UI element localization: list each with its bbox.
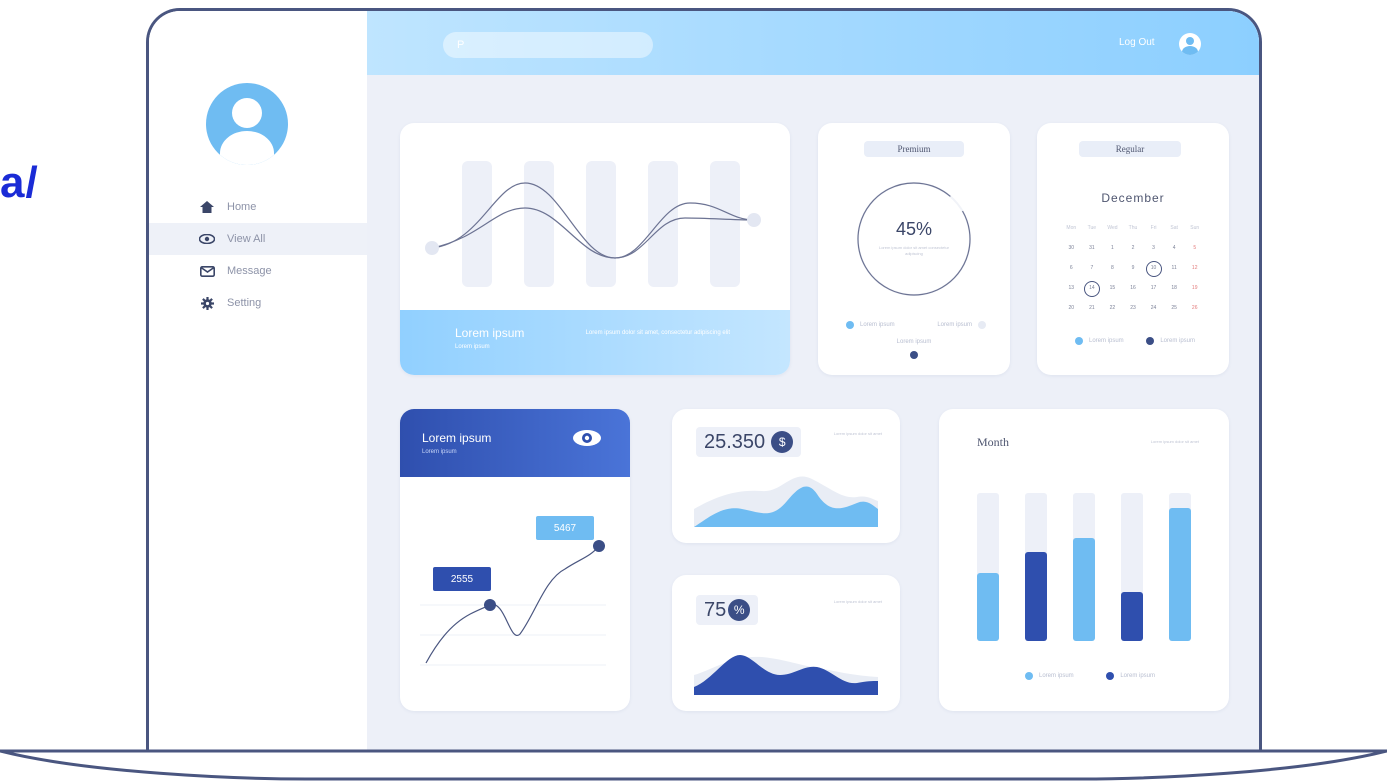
logout-link[interactable]: Log Out xyxy=(1119,37,1155,48)
wave-card-footer: Lorem ipsum Lorem ipsum Lorem ipsum dolo… xyxy=(400,310,790,375)
legend-label: Lorem ipsum xyxy=(1120,673,1155,679)
legend-label: Lorem ipsum xyxy=(1089,338,1124,344)
line-chart-card: Lorem ipsum Lorem ipsum 2555 5467 xyxy=(400,409,630,711)
month-legend: Lorem ipsum Lorem ipsum xyxy=(1025,672,1155,680)
legend-label: Lorem ipsum xyxy=(1160,338,1195,344)
calendar-day[interactable]: 12 xyxy=(1184,263,1205,274)
data-label-5467: 5467 xyxy=(536,516,594,540)
laptop-base xyxy=(0,749,1387,781)
sidebar-item-message[interactable]: Message xyxy=(149,255,367,287)
home-icon xyxy=(199,199,215,215)
regular-label: Regular xyxy=(1079,141,1181,157)
calendar-day[interactable]: 14 xyxy=(1082,280,1103,297)
premium-percent: 45% xyxy=(895,219,933,239)
legend-label: Lorem ipsum xyxy=(937,322,972,328)
premium-legend: Lorem ipsum Lorem ipsum xyxy=(846,321,986,329)
calendar-day[interactable]: 7 xyxy=(1082,263,1103,274)
calendar-day[interactable]: 4 xyxy=(1164,243,1185,254)
sidebar-item-home[interactable]: Home xyxy=(149,191,367,223)
calendar-day[interactable]: 5 xyxy=(1184,243,1205,254)
dashboard-main: P Log Out Lorem ipsum Lorem ipsum Lorem … xyxy=(367,11,1259,760)
calendar-day[interactable]: 22 xyxy=(1102,303,1123,314)
calendar-day[interactable]: 15 xyxy=(1102,283,1123,294)
sidebar-item-label: Message xyxy=(227,265,272,277)
wave-card-title: Lorem ipsum xyxy=(455,326,525,340)
calendar-day[interactable]: 11 xyxy=(1164,263,1185,274)
calendar-day[interactable]: 20 xyxy=(1061,303,1082,314)
calendar-day[interactable]: 6 xyxy=(1061,263,1082,274)
calendar-day[interactable]: 18 xyxy=(1164,283,1185,294)
calendar-day[interactable]: 9 xyxy=(1123,263,1144,274)
calendar-weekday: Tue xyxy=(1087,225,1097,231)
calendar-day[interactable]: 13 xyxy=(1061,283,1082,294)
regular-legend: Lorem ipsum Lorem ipsum xyxy=(1075,337,1195,345)
sidebar-item-setting[interactable]: Setting xyxy=(149,287,367,319)
wave-card-subtitle: Lorem ipsum xyxy=(455,344,490,350)
percent-card: 75 % Lorem ipsum dolor sit amet xyxy=(672,575,900,711)
top-bar: P Log Out xyxy=(367,11,1259,75)
calendar-weekday: Thu xyxy=(1128,225,1138,231)
wave-card-text: Lorem ipsum dolor sit amet, consectetur … xyxy=(585,330,730,336)
partial-heading-text: a/ xyxy=(0,158,39,207)
premium-footer: Lorem ipsum xyxy=(896,339,932,345)
calendar-weekday: Sat xyxy=(1170,225,1178,231)
calendar-day[interactable]: 31 xyxy=(1082,243,1103,254)
sidebar: Home View All Message Setting xyxy=(149,11,367,760)
legend-label: Lorem ipsum xyxy=(1039,673,1074,679)
calendar-weekday: Sun xyxy=(1190,225,1200,231)
calendar-day[interactable]: 16 xyxy=(1123,283,1144,294)
calendar-weekday: Wed xyxy=(1107,225,1118,231)
user-avatar-small[interactable] xyxy=(1179,33,1201,55)
calendar-day[interactable]: 19 xyxy=(1184,283,1205,294)
eye-icon xyxy=(199,231,215,247)
month-bar-chart xyxy=(977,493,1191,641)
search-input[interactable]: P xyxy=(443,32,653,58)
calendar-day[interactable]: 24 xyxy=(1143,303,1164,314)
regular-calendar-card: Regular December Mon Tue Wed Thu Fri Sat Sun 30… xyxy=(1037,123,1229,375)
calendar-day[interactable]: 8 xyxy=(1102,263,1123,274)
calendar-day[interactable]: 17 xyxy=(1143,283,1164,294)
calendar-day[interactable]: 1 xyxy=(1102,243,1123,254)
wave-chart-card: Lorem ipsum Lorem ipsum Lorem ipsum dolo… xyxy=(400,123,790,375)
sidebar-nav: Home View All Message Setting xyxy=(149,191,367,319)
search-icon: P xyxy=(457,39,465,51)
calendar-day[interactable]: 26 xyxy=(1184,303,1205,314)
calendar-month: December xyxy=(1101,191,1165,205)
calendar-day[interactable]: 25 xyxy=(1164,303,1185,314)
gear-icon xyxy=(199,295,215,311)
mail-icon xyxy=(199,263,215,279)
calendar-weekday: Mon xyxy=(1066,225,1077,231)
value-area-chart xyxy=(694,476,878,527)
month-bar-card: Month Lorem ipsum dolor sit amet Lorem i… xyxy=(939,409,1229,711)
calendar-day[interactable]: 21 xyxy=(1082,303,1103,314)
legend-label: Lorem ipsum xyxy=(860,322,895,328)
sidebar-item-label: Setting xyxy=(227,297,262,309)
premium-card: Premium 45% Lorem ipsum dolor sit amet c… xyxy=(818,123,1010,375)
sidebar-item-view-all[interactable]: View All xyxy=(149,223,367,255)
value-card: 25.350 $ Lorem ipsum dolor sit amet xyxy=(672,409,900,543)
calendar-day[interactable]: 10 xyxy=(1143,260,1164,277)
calendar-day[interactable]: 3 xyxy=(1143,243,1164,254)
percent-area-chart xyxy=(694,655,878,695)
calendar-day[interactable]: 23 xyxy=(1123,303,1144,314)
user-avatar[interactable] xyxy=(206,83,288,165)
premium-indicator-dot xyxy=(910,351,918,359)
premium-description: Lorem ipsum dolor sit amet consectetur a… xyxy=(878,245,950,256)
laptop-screen: Home View All Message Setting P Log Out … xyxy=(146,8,1262,760)
data-label-2555: 2555 xyxy=(433,567,491,591)
line-chart xyxy=(420,540,606,666)
calendar-grid: Mon Tue Wed Thu Fri Sat Sun 30 31 1 2 3 4 5 6 7 8 9 10 11 12… xyxy=(1061,223,1205,314)
calendar-day[interactable]: 2 xyxy=(1123,243,1144,254)
calendar-weekday: Fri xyxy=(1150,225,1157,231)
sidebar-item-label: View All xyxy=(227,233,266,245)
sidebar-item-label: Home xyxy=(227,201,257,213)
calendar-day[interactable]: 30 xyxy=(1061,243,1082,254)
